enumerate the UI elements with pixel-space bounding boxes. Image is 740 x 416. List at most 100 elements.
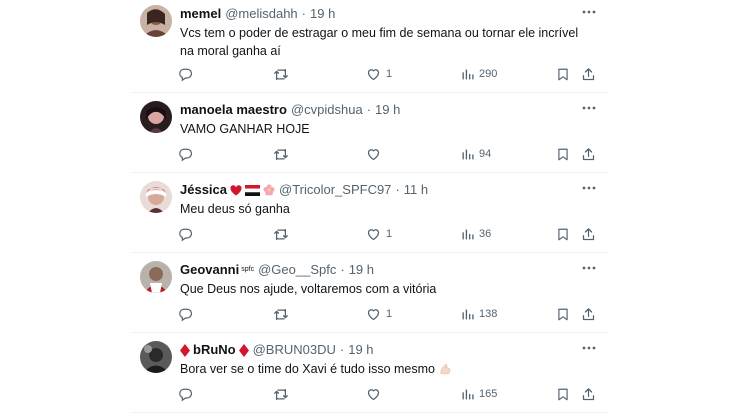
action-bar: 165 (178, 385, 598, 403)
tweet[interactable]: Geovanni spfc @Geo__Spfc · 19 h Que Deus… (130, 252, 608, 333)
like-count: 1 (386, 68, 393, 80)
tweet-header: manoela maestro @cvpidshua · 19 h (180, 101, 400, 119)
tweet-text: Que Deus nos ajude, voltaremos com a vit… (180, 282, 437, 296)
tweet-text: Bora ver se o time do Xavi é tudo isso m… (180, 360, 580, 378)
user-handle[interactable]: @Geo__Spfc (258, 261, 336, 279)
bookmark-button[interactable] (556, 385, 570, 403)
tweet-header: Jéssica @Tricolor_SPFC97 · 11 h (180, 181, 428, 199)
timestamp[interactable]: 19 h (348, 341, 373, 359)
tweet[interactable]: Jéssica @Tricolor_SPFC97 · 11 h Meu deus… (130, 172, 608, 253)
like-button[interactable]: 1 (366, 305, 392, 323)
like-button[interactable]: 1 (366, 65, 392, 83)
tweet[interactable]: memel @melisdahh · 19 h Vcs tem o poder … (130, 0, 608, 93)
tweet[interactable]: bRuNo @BRUN03DU · 19 h Bora ver se o tim… (130, 332, 608, 413)
share-icon (582, 387, 595, 400)
tweet-header: bRuNo @BRUN03DU · 19 h (180, 341, 374, 359)
retweet-icon (274, 68, 288, 80)
name-suffix: spfc (241, 266, 255, 273)
user-handle[interactable]: @melisdahh (225, 5, 297, 23)
separator-dot: · (339, 342, 345, 357)
display-name[interactable]: Geovanni (180, 261, 239, 279)
reply-button[interactable] (178, 225, 193, 243)
bookmark-button[interactable] (556, 65, 570, 83)
more-options-icon[interactable] (580, 183, 598, 193)
views-button[interactable]: 94 (461, 145, 491, 163)
timestamp[interactable]: 11 h (404, 181, 428, 199)
bookmark-icon (558, 228, 568, 240)
views-button[interactable]: 138 (461, 305, 497, 323)
bookmark-icon (558, 68, 568, 80)
share-button[interactable] (581, 385, 596, 403)
timestamp[interactable]: 19 h (349, 261, 374, 279)
tweet[interactable]: manoela maestro @cvpidshua · 19 h VAMO G… (130, 92, 608, 173)
share-button[interactable] (581, 145, 596, 163)
view-count: 290 (479, 68, 498, 80)
like-count: 1 (386, 308, 393, 320)
avatar[interactable] (140, 341, 172, 373)
retweet-icon (274, 388, 288, 400)
reply-feed: memel @melisdahh · 19 h Vcs tem o poder … (130, 0, 608, 416)
reply-icon (179, 388, 193, 401)
timestamp[interactable]: 19 h (310, 5, 335, 23)
reply-icon (179, 308, 193, 321)
separator-dot: · (340, 262, 345, 277)
display-name[interactable]: Jéssica (180, 181, 227, 199)
more-options-icon[interactable] (580, 263, 598, 273)
views-chart-icon (462, 308, 474, 320)
display-name[interactable]: bRuNo (193, 341, 236, 359)
tweet-header: memel @melisdahh · 19 h (180, 5, 335, 23)
share-icon (582, 147, 595, 160)
reply-button[interactable] (178, 385, 193, 403)
avatar[interactable] (140, 5, 172, 37)
retweet-button[interactable] (273, 225, 289, 243)
more-options-icon[interactable] (580, 103, 598, 113)
reply-button[interactable] (178, 305, 193, 323)
like-button[interactable] (366, 385, 386, 403)
retweet-button[interactable] (273, 385, 289, 403)
separator-dot: · (395, 182, 400, 197)
flexed-biceps-emoji-icon (440, 363, 451, 374)
views-chart-icon (462, 388, 474, 400)
more-options-icon[interactable] (580, 343, 598, 353)
retweet-button[interactable] (273, 145, 289, 163)
retweet-button[interactable] (273, 65, 289, 83)
view-count: 36 (479, 228, 492, 240)
share-button[interactable] (581, 65, 596, 83)
like-button[interactable] (366, 145, 386, 163)
retweet-button[interactable] (273, 305, 289, 323)
views-chart-icon (462, 148, 474, 160)
share-button[interactable] (581, 225, 596, 243)
user-handle[interactable]: @Tricolor_SPFC97 (279, 181, 391, 199)
like-button[interactable]: 1 (366, 225, 392, 243)
views-button[interactable]: 165 (461, 385, 497, 403)
more-options-icon[interactable] (580, 7, 598, 17)
avatar[interactable] (140, 101, 172, 133)
user-handle[interactable]: @BRUN03DU (253, 341, 336, 359)
views-chart-icon (462, 68, 474, 80)
avatar[interactable] (140, 261, 172, 293)
heart-icon (367, 148, 380, 160)
view-count: 165 (479, 388, 498, 400)
share-button[interactable] (581, 305, 596, 323)
views-chart-icon (462, 228, 474, 240)
red-diamond-emoji-icon (180, 343, 190, 357)
views-button[interactable]: 290 (461, 65, 497, 83)
red-diamond-emoji-icon (238, 343, 249, 357)
display-name[interactable]: manoela maestro (180, 101, 287, 119)
heart-icon (367, 68, 380, 80)
bookmark-button[interactable] (556, 305, 570, 323)
avatar[interactable] (140, 181, 172, 213)
retweet-icon (274, 228, 288, 240)
reply-button[interactable] (178, 145, 193, 163)
tweet-text: VAMO GANHAR HOJE (180, 122, 310, 136)
bookmark-button[interactable] (556, 225, 570, 243)
heart-icon (367, 308, 380, 320)
name-emojis (230, 184, 275, 196)
heart-icon (367, 388, 380, 400)
bookmark-button[interactable] (556, 145, 570, 163)
views-button[interactable]: 36 (461, 225, 491, 243)
timestamp[interactable]: 19 h (375, 101, 400, 119)
user-handle[interactable]: @cvpidshua (291, 101, 363, 119)
reply-button[interactable] (178, 65, 193, 83)
display-name[interactable]: memel (180, 5, 221, 23)
